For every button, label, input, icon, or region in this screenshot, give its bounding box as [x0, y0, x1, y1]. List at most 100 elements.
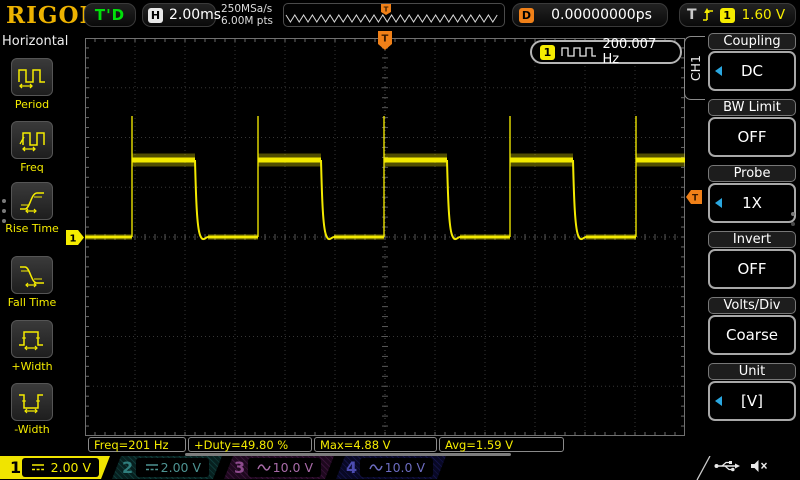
frequency-counter: 1 200.007 Hz [530, 37, 682, 67]
trigger-status-text: T'D [94, 6, 126, 24]
select-arrow-icon [715, 396, 722, 406]
menu-item-title: Coupling [708, 33, 796, 50]
sidebar-item-label: Fall Time [7, 296, 57, 309]
channel-scale: 2.00 V [50, 460, 91, 475]
svg-text:T: T [382, 34, 389, 45]
select-arrow-icon [715, 198, 722, 208]
measurement-max: Max=4.88 V [314, 437, 437, 452]
channel1-ground-marker[interactable]: 1 [66, 230, 84, 245]
sidebar-item-label: +Width [11, 360, 53, 373]
trigger-level-marker[interactable]: T [686, 190, 702, 204]
rising-edge-icon [702, 8, 713, 21]
system-status-icons [714, 459, 768, 473]
separator-bar [185, 453, 511, 456]
menu-item-value-button[interactable]: OFF [708, 117, 796, 157]
sidebar-item-rise-time[interactable]: Rise Time [0, 182, 64, 235]
menu-item-title: Invert [708, 231, 796, 248]
menu-item-unit[interactable]: Unit [V] [706, 363, 798, 421]
channel-menu-tab-label: CH1 [687, 54, 703, 82]
menu-page-dots [791, 206, 795, 232]
menu-item-volts-div[interactable]: Volts/Div Coarse [706, 297, 798, 355]
waveform-preview-bar[interactable]: T [283, 3, 505, 27]
trigger-source-badge: 1 [719, 7, 735, 23]
delay-box[interactable]: D 0.00000000ps [512, 3, 668, 27]
top-status-bar: RIGOL T'D H 2.00ms 250MSa/s 6.00M pts T … [0, 0, 800, 30]
sidebar-item-minus-width[interactable]: -Width [0, 383, 64, 436]
menu-item-value-button[interactable]: 1X [708, 183, 796, 223]
period-icon [18, 69, 45, 89]
menu-item-value-button[interactable]: [V] [708, 381, 796, 421]
select-arrow-icon [715, 66, 722, 76]
sidebar-item-plus-width[interactable]: +Width [0, 320, 64, 373]
channel-menu: Coupling DC BW Limit OFF Probe 1X Invert [706, 33, 798, 429]
measurement-duty: +Duty=49.80 % [188, 437, 312, 452]
measurement-avg: Avg=1.59 V [439, 437, 564, 452]
menu-item-value-button[interactable]: Coarse [708, 315, 796, 355]
channel-number: 2 [122, 458, 134, 477]
rise-time-icon [20, 192, 44, 214]
menu-item-value: Coarse [725, 326, 779, 344]
sidebar-item-label: Rise Time [5, 222, 59, 235]
menu-item-title: Volts/Div [708, 297, 796, 314]
menu-item-value: OFF [737, 128, 767, 146]
menu-item-title: Probe [708, 165, 796, 182]
menu-item-bw-limit[interactable]: BW Limit OFF [706, 99, 798, 157]
plus-width-icon [19, 331, 43, 351]
svg-text:T: T [692, 194, 699, 204]
minus-width-icon [19, 394, 43, 414]
waveform-display [85, 38, 685, 436]
channel-scale: 10.0 V [272, 460, 313, 475]
delay-value: 0.00000000ps [551, 7, 652, 23]
sidebar-item-fall-time[interactable]: Fall Time [0, 256, 64, 309]
ac-coupling-icon [256, 463, 272, 472]
horizontal-measure-menu: Horizontal Period Freq Rise Time Fall Ti… [0, 30, 69, 455]
trigger-position-marker[interactable]: T [377, 31, 393, 51]
dc-coupling-icon [144, 463, 160, 472]
channel3-indicator[interactable]: 3 10.0 V [224, 456, 334, 479]
horizontal-badge: H [148, 7, 163, 23]
menu-item-coupling[interactable]: Coupling DC [706, 33, 798, 91]
counter-source-badge: 1 [540, 44, 555, 60]
trigger-level-value: 1.60 V [741, 7, 786, 23]
menu-item-title: BW Limit [708, 99, 796, 116]
channel4-indicator[interactable]: 4 10.0 V [336, 456, 446, 479]
channel1-indicator[interactable]: 1 2.00 V [0, 456, 110, 479]
menu-item-invert[interactable]: Invert OFF [706, 231, 798, 289]
sample-rate: 250MSa/s [221, 3, 273, 15]
counter-value: 200.007 Hz [602, 37, 657, 67]
menu-item-probe[interactable]: Probe 1X [706, 165, 798, 223]
channel-scale: 10.0 V [384, 460, 425, 475]
speaker-muted-icon [751, 460, 768, 472]
measurement-freq: Freq=201 Hz [88, 437, 186, 452]
sidebar-scroll-dots [2, 193, 6, 229]
channel-number: 1 [10, 458, 22, 477]
status-divider [696, 456, 711, 480]
oscilloscope-screen: RIGOL T'D H 2.00ms 250MSa/s 6.00M pts T … [0, 0, 800, 480]
menu-item-value-button[interactable]: DC [708, 51, 796, 91]
menu-item-value: DC [740, 62, 764, 80]
sidebar-item-label: Period [14, 98, 50, 111]
sidebar-item-freq[interactable]: Freq [0, 121, 64, 174]
ac-coupling-icon [368, 463, 384, 472]
channel-scale-box: 10.0 V [248, 458, 321, 477]
timebase-box[interactable]: H 2.00ms [142, 3, 221, 27]
sidebar-title: Horizontal [2, 34, 69, 49]
svg-text:1: 1 [70, 234, 77, 245]
freq-icon [19, 132, 45, 152]
sidebar-item-label: -Width [14, 423, 50, 436]
square-wave-icon [561, 47, 597, 57]
channel-number: 3 [234, 458, 246, 477]
channel-menu-tab[interactable]: CH1 [684, 36, 705, 100]
trigger-letter: T [687, 7, 697, 23]
usb-icon [714, 461, 740, 472]
acquisition-info: 250MSa/s 6.00M pts [221, 3, 273, 27]
trigger-info-box[interactable]: T 1 1.60 V [679, 3, 796, 27]
menu-item-value-button[interactable]: OFF [708, 249, 796, 289]
fall-time-icon [20, 266, 44, 288]
dc-coupling-icon [30, 463, 46, 472]
delay-badge: D [519, 7, 534, 23]
channel-scale-box: 10.0 V [360, 458, 433, 477]
sidebar-item-period[interactable]: Period [0, 58, 64, 111]
menu-item-value: 1X [742, 194, 762, 212]
channel2-indicator[interactable]: 2 2.00 V [112, 456, 222, 479]
